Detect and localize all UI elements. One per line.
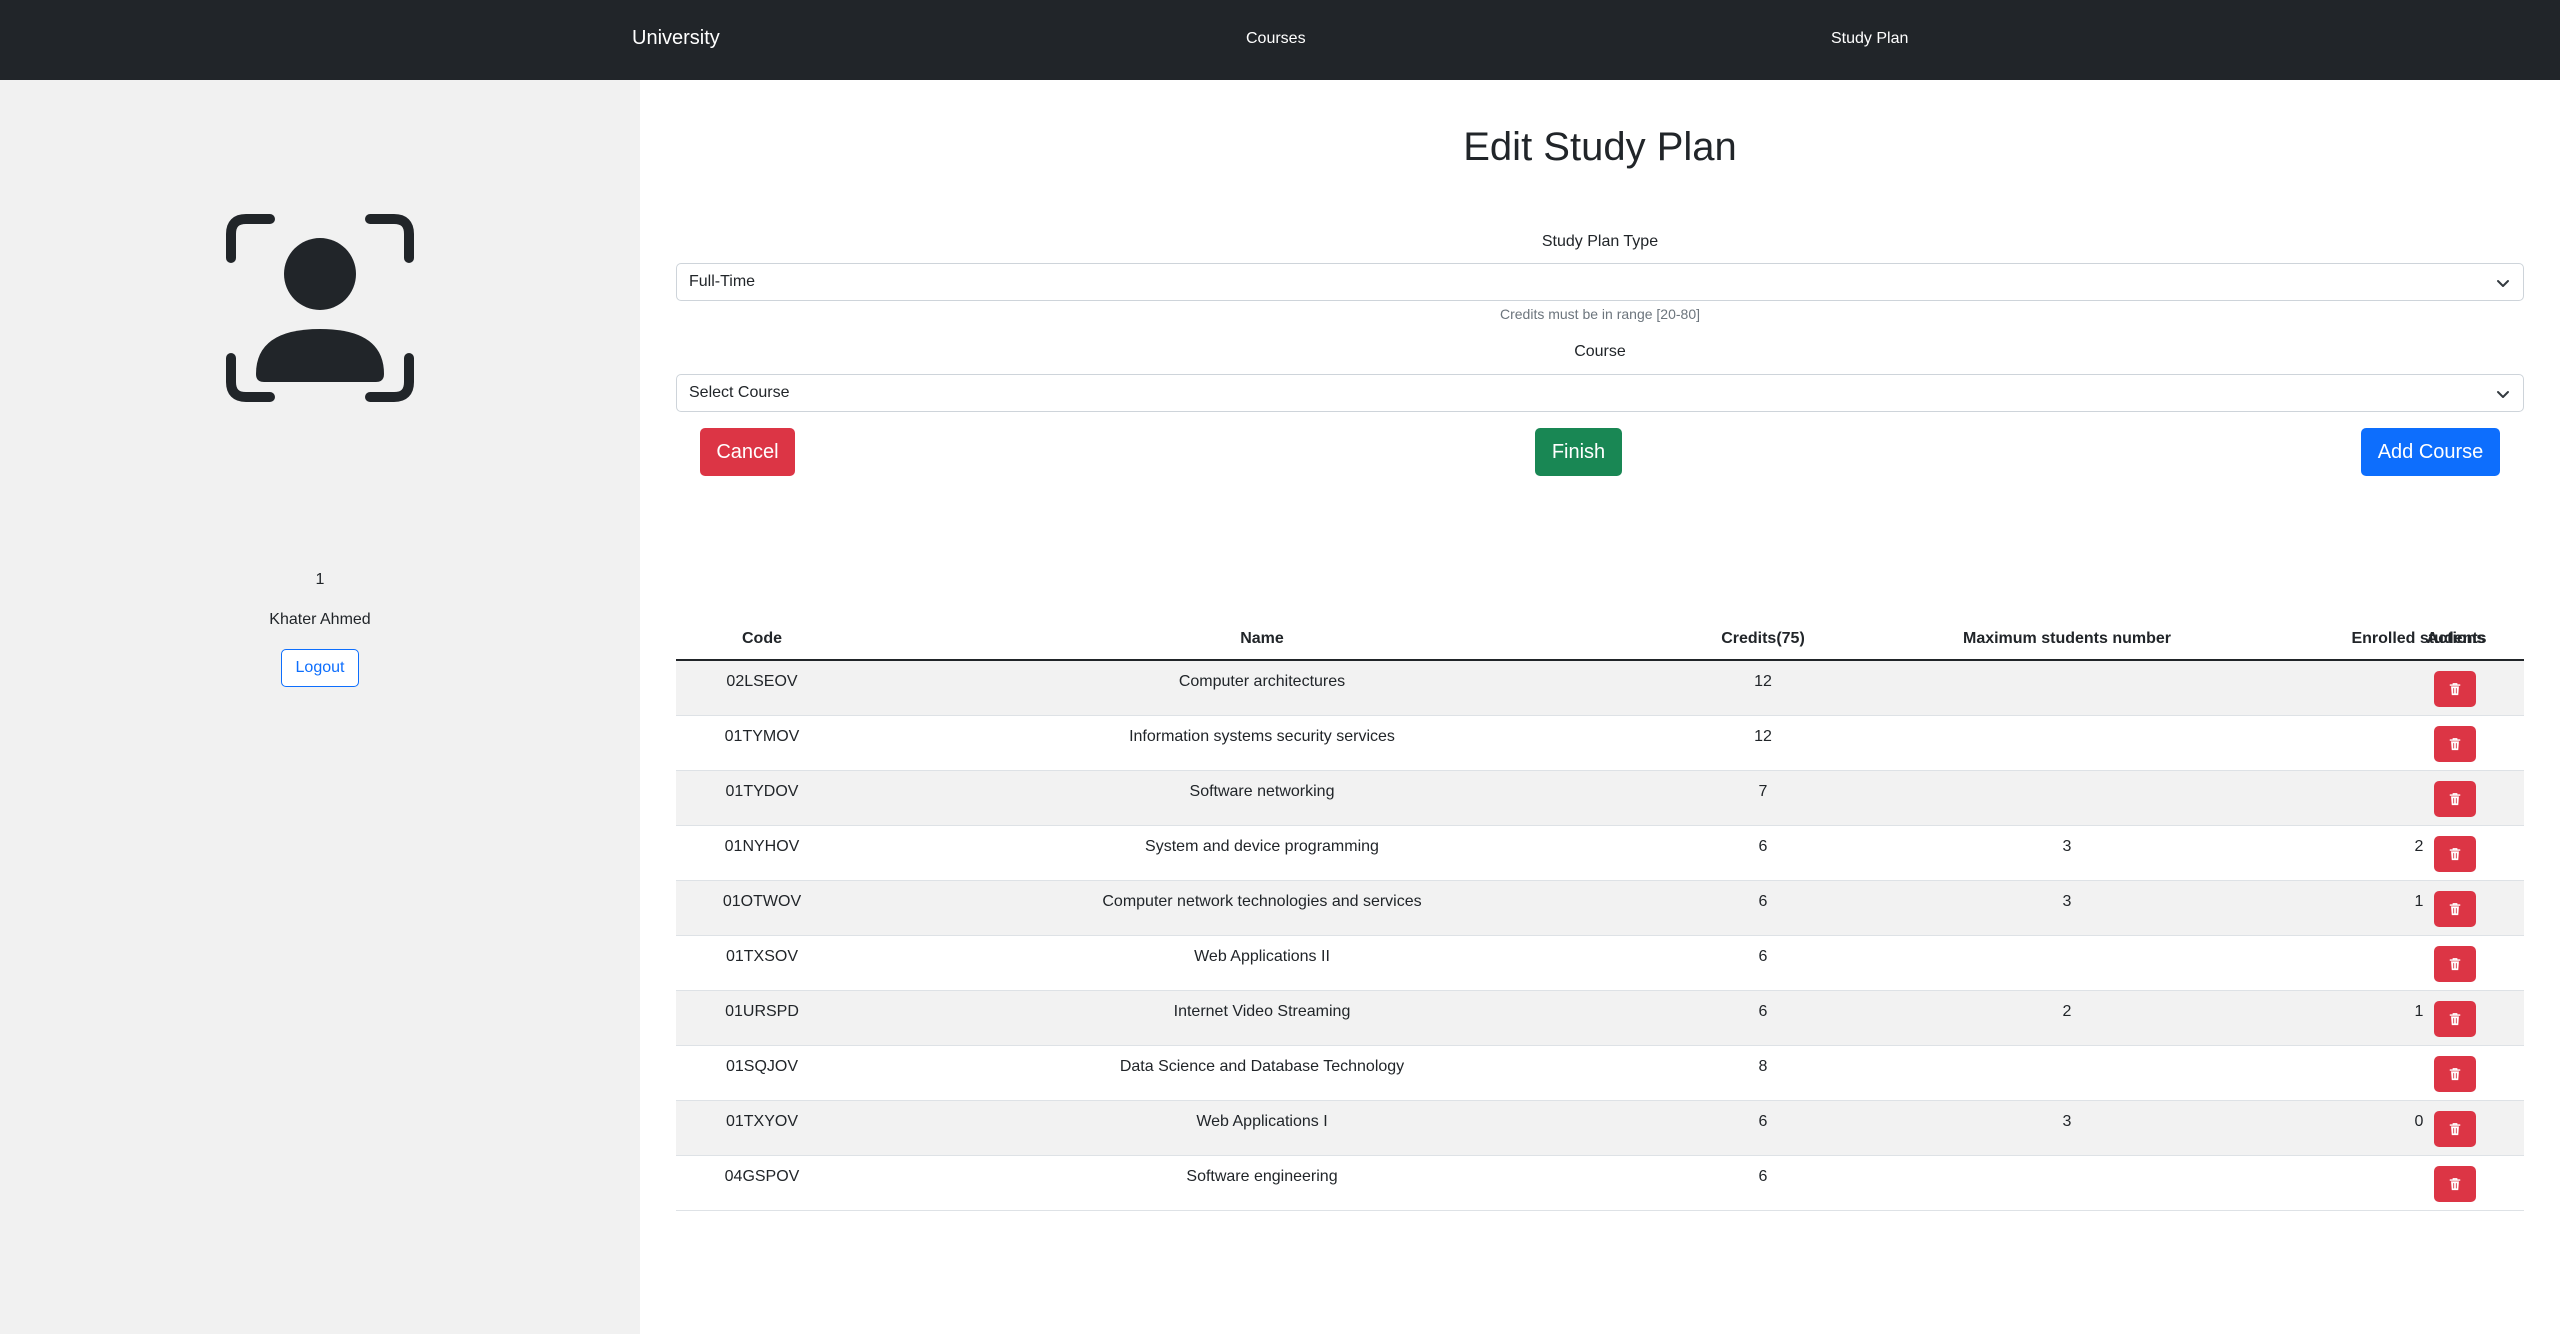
brand-link[interactable]: University [632,27,720,50]
delete-course-button[interactable] [2434,1166,2476,1202]
cell-name: Data Science and Database Technology [1119,1058,1405,1075]
cell-credits: 6 [1758,1168,1768,1185]
header-name: Name [1240,630,1284,647]
cancel-button[interactable]: Cancel [700,428,795,476]
table-row: 01NYHOV System and device programming 6 3 2 [676,826,2524,881]
cell-credits: 6 [1758,1003,1768,1020]
cell-name: Web Applications I [1196,1113,1328,1130]
study-plan-type-value: Full-Time [689,273,756,290]
cell-enrolled: 1 [2414,893,2424,910]
person-bounding-box-icon [226,214,414,402]
cell-max-students: 3 [2062,893,2072,910]
table-row: 02LSEOV Computer architectures 12 [676,661,2524,716]
trash-icon [2449,1013,2461,1026]
delete-course-button[interactable] [2434,726,2476,762]
user-name: Khater Ahmed [269,611,371,628]
header-code: Code [742,630,782,647]
delete-course-button[interactable] [2434,1001,2476,1037]
trash-icon [2449,1178,2461,1191]
main-content: Edit Study Plan Study Plan Type Full-Tim… [640,80,2560,1334]
cell-credits: 6 [1758,948,1768,965]
cell-credits: 6 [1758,893,1768,910]
delete-course-button[interactable] [2434,781,2476,817]
cell-code: 01TYMOV [724,728,800,745]
sidebar: 1 Khater Ahmed Logout [0,80,640,1334]
delete-course-button[interactable] [2434,836,2476,872]
user-id: 1 [315,571,325,588]
header-actions: Actions [2426,630,2486,647]
table-row: 01SQJOV Data Science and Database Technol… [676,1046,2524,1101]
delete-course-button[interactable] [2434,1056,2476,1092]
cell-name: Computer network technologies and servic… [1102,893,1422,910]
table-row: 01URSPD Internet Video Streaming 6 2 1 [676,991,2524,1046]
cell-enrolled: 2 [2414,838,2424,855]
course-label: Course [1574,343,1626,360]
trash-icon [2449,1123,2461,1136]
cell-code: 04GSPOV [724,1168,800,1185]
course-select-value: Select Course [689,384,790,401]
cell-name: Software networking [1189,783,1335,800]
table-body: 02LSEOV Computer architectures 12 01TYMOV In… [676,661,2524,1211]
cell-code: 01OTWOV [722,893,802,910]
table-row: 01TYDOV Software networking 7 [676,771,2524,826]
cell-code: 01SQJOV [725,1058,799,1075]
chevron-down-icon [2497,280,2509,287]
cell-code: 02LSEOV [726,673,798,690]
table-row: 01TYMOV Information systems security serv… [676,716,2524,771]
trash-icon [2449,738,2461,751]
delete-course-button[interactable] [2434,1111,2476,1147]
trash-icon [2449,1068,2461,1081]
delete-course-button[interactable] [2434,891,2476,927]
cell-max-students: 3 [2062,1113,2072,1130]
cell-code: 01URSPD [725,1003,799,1020]
cell-name: Web Applications II [1194,948,1330,965]
top-navbar: University Courses Study Plan [0,0,2560,80]
header-credits: Credits(75) [1721,630,1805,647]
page-title: Edit Study Plan [1463,125,1737,169]
study-plan-type-label: Study Plan Type [1541,233,1659,250]
trash-icon [2449,958,2461,971]
cell-name: Internet Video Streaming [1173,1003,1351,1020]
cell-credits: 6 [1758,1113,1768,1130]
cell-name: Software engineering [1186,1168,1338,1185]
cell-max-students: 3 [2062,838,2072,855]
cell-name: Information systems security services [1129,728,1395,745]
cell-code: 01TYDOV [725,783,799,800]
cell-code: 01TXYOV [725,1113,799,1130]
credits-help-text: Credits must be in range [20-80] [1500,306,1700,322]
cell-credits: 7 [1758,783,1768,800]
course-select[interactable]: Select Course [676,374,2524,412]
table-row: 01TXSOV Web Applications II 6 [676,936,2524,991]
cell-code: 01TXSOV [725,948,799,965]
cell-enrolled: 1 [2414,1003,2424,1020]
trash-icon [2449,793,2461,806]
delete-course-button[interactable] [2434,946,2476,982]
cell-credits: 6 [1758,838,1768,855]
cell-credits: 12 [1754,728,1772,745]
cell-enrolled: 0 [2414,1113,2424,1130]
cell-credits: 12 [1754,673,1772,690]
table-row: 01TXYOV Web Applications I 6 3 0 [676,1101,2524,1156]
chevron-down-icon [2497,391,2509,398]
cell-code: 01NYHOV [724,838,800,855]
study-plan-table: Code Name Credits(75) Maximum students n… [676,618,2524,1211]
table-header: Code Name Credits(75) Maximum students n… [676,618,2524,661]
trash-icon [2449,903,2461,916]
table-row: 04GSPOV Software engineering 6 [676,1156,2524,1211]
trash-icon [2449,848,2461,861]
table-row: 01OTWOV Computer network technologies and… [676,881,2524,936]
cell-name: Computer architectures [1178,673,1346,690]
cell-credits: 8 [1758,1058,1768,1075]
delete-course-button[interactable] [2434,671,2476,707]
cell-max-students: 2 [2062,1003,2072,1020]
nav-link-courses[interactable]: Courses [1246,30,1306,48]
nav-link-study-plan[interactable]: Study Plan [1831,30,1908,48]
trash-icon [2449,683,2461,696]
add-course-button[interactable]: Add Course [2361,428,2500,476]
logout-button[interactable]: Logout [281,649,359,687]
finish-button[interactable]: Finish [1535,428,1622,476]
study-plan-type-select[interactable]: Full-Time [676,263,2524,301]
cell-name: System and device programming [1145,838,1379,855]
header-max-students: Maximum students number [1962,630,2172,647]
